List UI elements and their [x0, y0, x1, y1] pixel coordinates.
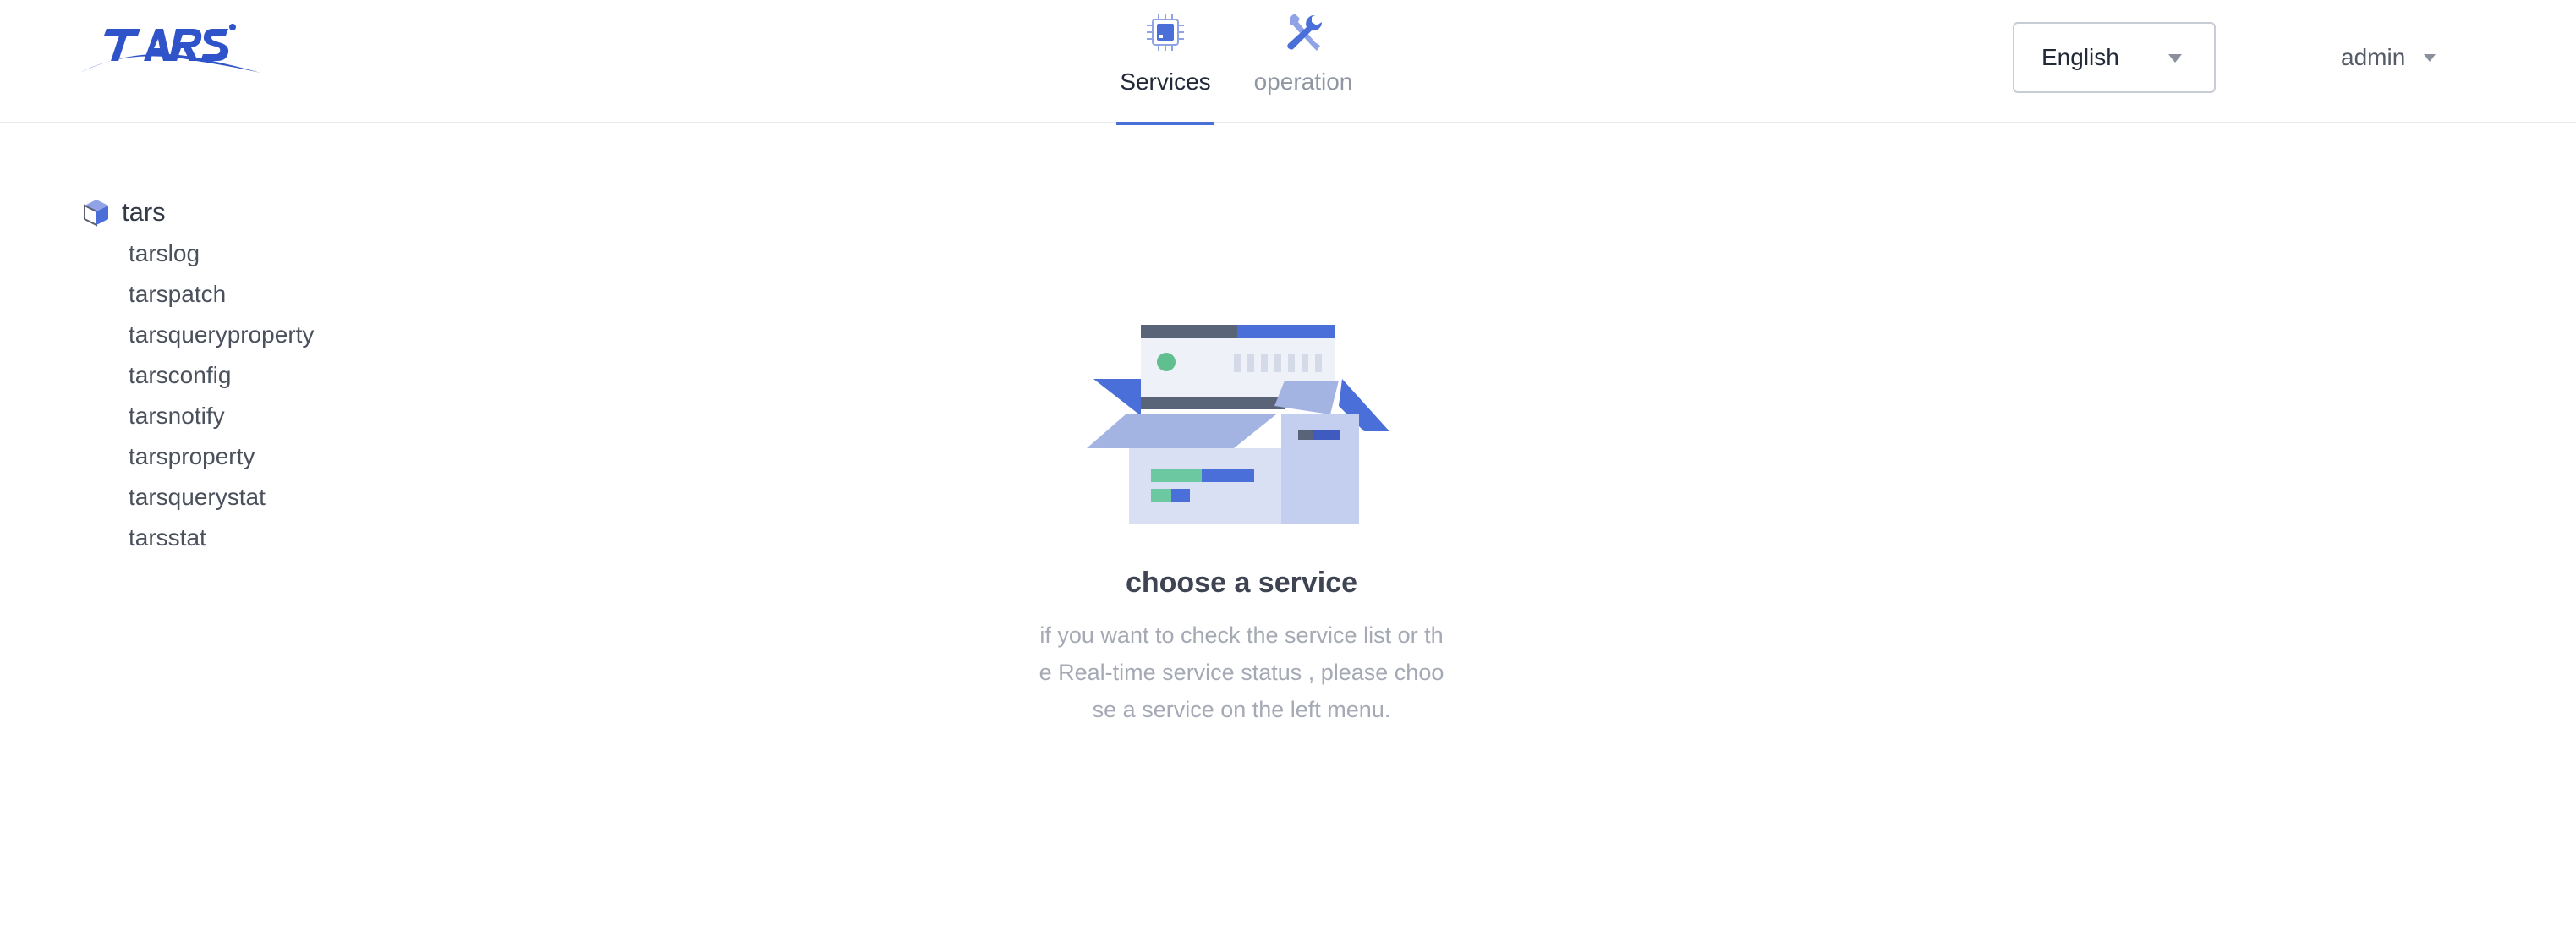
chevron-down-icon: [2168, 54, 2182, 63]
tab-services-label: Services: [1120, 69, 1211, 95]
open-box-icon: [1087, 325, 1389, 524]
tree-item-tarsstat[interactable]: tarsstat: [129, 521, 314, 562]
tree-item-tarspatch[interactable]: tarspatch: [129, 277, 314, 318]
main-nav: Services operation: [1116, 0, 1358, 125]
user-name: admin: [2341, 44, 2406, 70]
tars-logo[interactable]: [78, 22, 262, 76]
tab-operation[interactable]: operation: [1248, 0, 1358, 123]
chip-icon: [1147, 14, 1184, 51]
tree-item-tarsquerystat[interactable]: tarsquerystat: [129, 480, 314, 521]
cube-icon: [84, 200, 108, 227]
tree-node-tars[interactable]: tars: [81, 195, 314, 230]
empty-state-title: choose a service: [1125, 567, 1358, 599]
language-select-value: English: [2042, 44, 2119, 70]
empty-state: choose a service if you want to check th…: [988, 313, 1495, 728]
user-menu[interactable]: admin: [2341, 39, 2436, 76]
language-select[interactable]: English: [2013, 22, 2216, 93]
tree-item-tarsqueryproperty[interactable]: tarsqueryproperty: [129, 318, 314, 359]
active-tab-indicator: [1116, 122, 1214, 125]
tree-item-tarsproperty[interactable]: tarsproperty: [129, 440, 314, 480]
tab-services[interactable]: Services: [1116, 0, 1214, 125]
wrench-icon: [1287, 14, 1323, 51]
top-header: Services operation English admin: [0, 0, 2576, 125]
tree-children: tarslog tarspatch tarsqueryproperty tars…: [129, 237, 314, 562]
tree-item-tarsconfig[interactable]: tarsconfig: [129, 359, 314, 399]
chevron-down-icon: [2424, 53, 2436, 62]
tree-node-label: tars: [122, 197, 166, 227]
service-tree: tars tarslog tarspatch tarsqueryproperty…: [81, 195, 314, 562]
tree-item-tarsnotify[interactable]: tarsnotify: [129, 399, 314, 440]
tab-operation-label: operation: [1253, 69, 1353, 95]
tree-item-tarslog[interactable]: tarslog: [129, 237, 314, 277]
empty-state-description: if you want to check the service list or…: [1039, 622, 1444, 722]
